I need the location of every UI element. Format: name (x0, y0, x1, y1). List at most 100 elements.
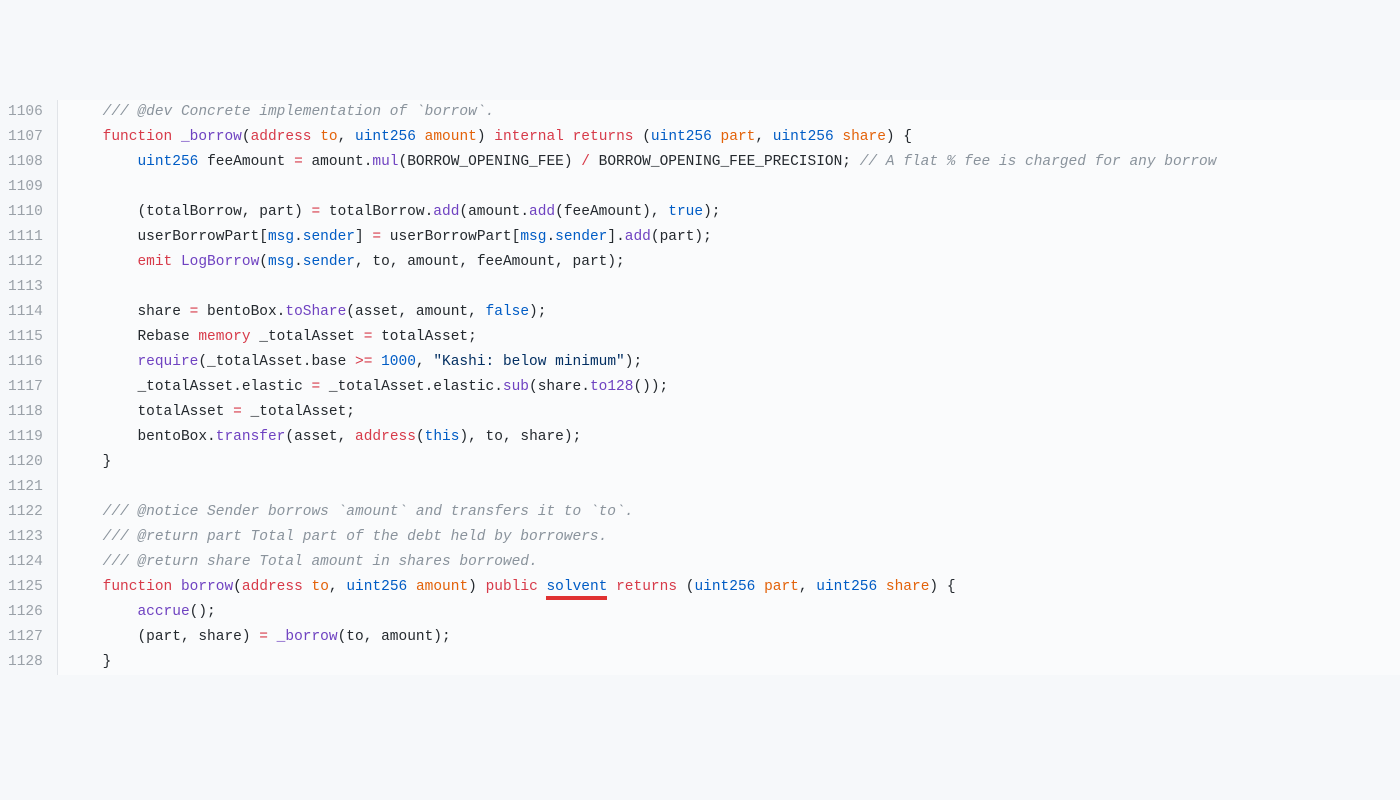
code-line: function borrow(address to, uint256 amou… (68, 575, 1400, 600)
token-kw: function (103, 579, 173, 595)
token-id: ] (355, 229, 372, 245)
token-id: _totalAsset (251, 329, 364, 345)
token-cm: // A flat % fee is charged for any borro… (860, 154, 1217, 170)
highlighted-modifier: solvent (546, 578, 607, 600)
code-line: } (68, 450, 1400, 475)
token-id: ]. (607, 229, 624, 245)
token-sp (68, 104, 103, 120)
token-id: userBorrowPart[ (381, 229, 520, 245)
token-kw: internal (494, 129, 564, 145)
line-number: 1114 (8, 300, 43, 325)
token-id: ); (529, 304, 546, 320)
token-sp (68, 204, 138, 220)
token-id (372, 354, 381, 370)
token-id: ); (703, 204, 720, 220)
token-id: ( (242, 129, 251, 145)
token-id: share (137, 304, 189, 320)
token-id: ( (686, 579, 695, 595)
token-param: amount (416, 579, 468, 595)
token-id: . (294, 229, 303, 245)
token-id: ) (468, 579, 485, 595)
code-line: totalAsset = _totalAsset; (68, 400, 1400, 425)
token-builtin: sender (555, 229, 607, 245)
token-kw: emit (137, 254, 172, 270)
line-number: 1110 (8, 200, 43, 225)
line-number: 1124 (8, 550, 43, 575)
code-line: emit LogBorrow(msg.sender, to, amount, f… (68, 250, 1400, 275)
token-type: this (425, 429, 460, 445)
line-number: 1109 (8, 175, 43, 200)
token-sp (564, 129, 573, 145)
token-fn: to128 (590, 379, 634, 395)
token-id: , (755, 129, 772, 145)
token-id: . (546, 229, 555, 245)
token-sp (68, 304, 138, 320)
token-sp (68, 329, 138, 345)
token-id: (part, share) (137, 629, 259, 645)
token-id: (share. (529, 379, 590, 395)
token-kw: returns (616, 579, 677, 595)
token-id: ( (259, 254, 268, 270)
token-id: totalAsset; (372, 329, 476, 345)
token-sp (68, 229, 138, 245)
token-type: uint256 (651, 129, 712, 145)
code-line: Rebase memory _totalAsset = totalAsset; (68, 325, 1400, 350)
token-sp (312, 129, 321, 145)
token-id: , (416, 354, 433, 370)
token-sp (68, 629, 138, 645)
code-line: function _borrow(address to, uint256 amo… (68, 125, 1400, 150)
token-type: uint256 (346, 579, 407, 595)
token-id: totalAsset (137, 404, 233, 420)
token-cm: /// @notice Sender borrows `amount` and … (103, 504, 634, 520)
token-id: bentoBox. (198, 304, 285, 320)
token-fn: sub (503, 379, 529, 395)
token-id: ( (416, 429, 425, 445)
token-param: part (721, 129, 756, 145)
token-id: _totalAsset; (242, 404, 355, 420)
token-kw: = (311, 204, 320, 220)
token-fn: add (433, 204, 459, 220)
token-type: false (486, 304, 530, 320)
line-number: 1120 (8, 450, 43, 475)
token-id: , to, amount, feeAmount, part); (355, 254, 625, 270)
token-sp (198, 154, 207, 170)
line-number: 1111 (8, 225, 43, 250)
token-id: ) { (929, 579, 955, 595)
line-number: 1106 (8, 100, 43, 125)
line-number: 1113 (8, 275, 43, 300)
token-str: "Kashi: below minimum" (433, 354, 624, 370)
token-sp (68, 129, 103, 145)
token-sp (68, 454, 103, 470)
token-kw: = (233, 404, 242, 420)
token-sp (634, 129, 643, 145)
token-fn: toShare (285, 304, 346, 320)
token-sp (607, 579, 616, 595)
line-number: 1115 (8, 325, 43, 350)
token-sp (68, 354, 138, 370)
token-id: (feeAmount), (555, 204, 668, 220)
line-number: 1107 (8, 125, 43, 150)
code-line: /// @return part Total part of the debt … (68, 525, 1400, 550)
token-type: uint256 (137, 154, 198, 170)
token-fn: require (137, 354, 198, 370)
token-cm: /// @dev Concrete implementation of `bor… (103, 104, 495, 120)
token-id: ), to, share); (459, 429, 581, 445)
token-kw: address (355, 429, 416, 445)
line-number: 1125 (8, 575, 43, 600)
line-number: 1119 (8, 425, 43, 450)
code-line: /// @dev Concrete implementation of `bor… (68, 100, 1400, 125)
token-id: (totalBorrow, part) (137, 204, 311, 220)
token-sp (172, 129, 181, 145)
token-param: to (320, 129, 337, 145)
token-builtin: msg (268, 254, 294, 270)
token-id: (amount. (459, 204, 529, 220)
code-line: bentoBox.transfer(asset, address(this), … (68, 425, 1400, 450)
token-fn: _borrow (277, 629, 338, 645)
line-number: 1112 (8, 250, 43, 275)
token-type: uint256 (694, 579, 755, 595)
token-sp (303, 579, 312, 595)
token-id: userBorrowPart[ (137, 229, 268, 245)
code-line: } (68, 650, 1400, 675)
token-sp (68, 654, 103, 670)
token-kw: public (486, 579, 538, 595)
